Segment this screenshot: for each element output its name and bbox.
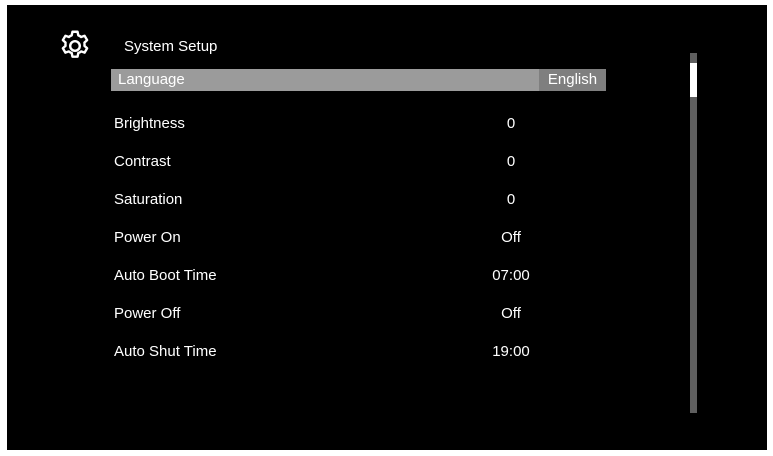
menu-item-power-on[interactable]: Power On Off — [111, 219, 609, 257]
menu-item-label: Auto Boot Time — [114, 267, 217, 284]
menu-item-value: 0 — [506, 191, 516, 208]
menu-item-auto-boot-time[interactable]: Auto Boot Time 07:00 — [111, 257, 609, 295]
menu-item-saturation[interactable]: Saturation 0 — [111, 181, 609, 219]
menu-item-language[interactable]: Language English — [111, 67, 609, 105]
menu-item-label: Auto Shut Time — [114, 343, 217, 360]
menu-item-label: Contrast — [114, 153, 171, 170]
settings-menu: Language English Brightness 0 Contrast 0… — [111, 67, 609, 371]
menu-item-value: Off — [501, 305, 521, 322]
menu-item-label: Language — [118, 71, 185, 88]
menu-item-auto-shut-time[interactable]: Auto Shut Time 19:00 — [111, 333, 609, 371]
menu-item-value: 0 — [506, 153, 516, 170]
tv-screen: System Setup Language English Brightness… — [7, 5, 767, 450]
gear-icon — [61, 30, 89, 58]
menu-item-label: Power On — [114, 229, 181, 246]
page-title: System Setup — [124, 38, 218, 55]
scrollbar-track[interactable] — [690, 53, 697, 413]
menu-item-label: Saturation — [114, 191, 183, 208]
menu-item-value: 0 — [506, 115, 516, 132]
menu-item-value: 19:00 — [492, 343, 530, 360]
menu-item-value: English — [547, 71, 598, 88]
menu-item-power-off[interactable]: Power Off Off — [111, 295, 609, 333]
menu-item-label: Brightness — [114, 115, 185, 132]
menu-item-contrast[interactable]: Contrast 0 — [111, 143, 609, 181]
menu-item-label: Power Off — [114, 305, 181, 322]
menu-item-brightness[interactable]: Brightness 0 — [111, 105, 609, 143]
menu-item-value: 07:00 — [492, 267, 530, 284]
menu-item-value: Off — [501, 229, 521, 246]
scrollbar-thumb[interactable] — [690, 63, 697, 97]
